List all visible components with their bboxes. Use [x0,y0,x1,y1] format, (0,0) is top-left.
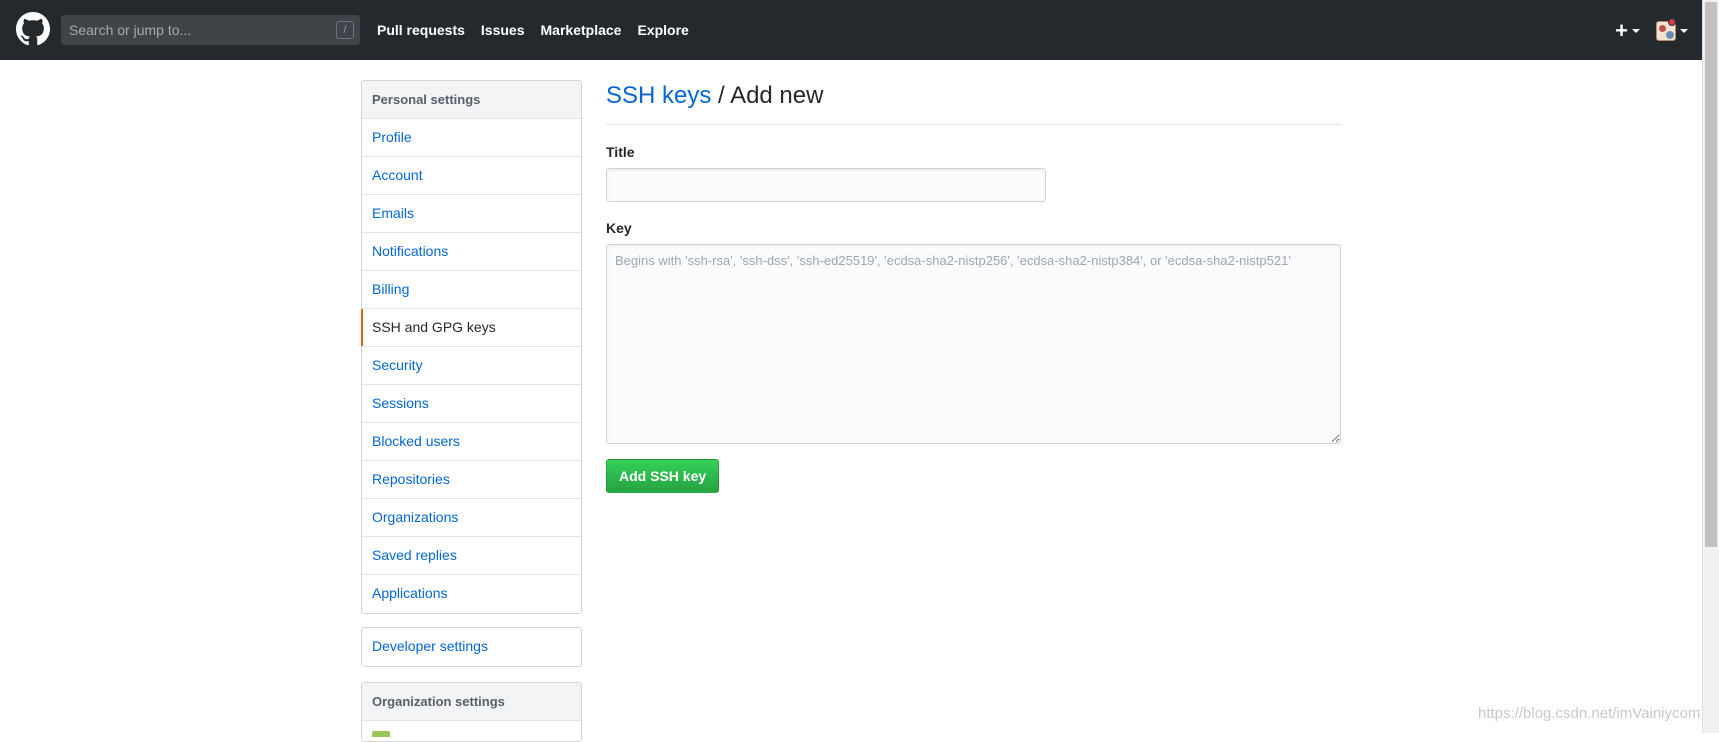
organization-settings-heading: Organization settings [362,683,581,721]
personal-settings-menu: Personal settings Profile Account Emails… [361,80,582,614]
scrollbar-thumb[interactable] [1705,2,1717,547]
main-content: SSH keys / Add new Title Key Add SSH key [606,80,1341,493]
page-title: SSH keys / Add new [606,80,1341,125]
sidebar-item-billing[interactable]: Billing [362,271,581,309]
sidebar-item-ssh-gpg-keys[interactable]: SSH and GPG keys [361,309,581,347]
header-actions: + [1615,18,1688,44]
nav-explore[interactable]: Explore [637,22,688,38]
nav-pull-requests[interactable]: Pull requests [377,22,465,38]
sidebar-item-notifications[interactable]: Notifications [362,233,581,271]
title-input[interactable] [606,168,1046,202]
sidebar-item-profile[interactable]: Profile [362,119,581,157]
search-input[interactable] [61,15,321,45]
breadcrumb-current: Add new [730,82,824,109]
sidebar-item-emails[interactable]: Emails [362,195,581,233]
github-logo-icon[interactable] [16,12,50,46]
breadcrumb-ssh-keys-link[interactable]: SSH keys [606,82,711,109]
plus-icon: + [1615,18,1628,43]
caret-down-icon [1680,29,1688,33]
sidebar-item-security[interactable]: Security [362,347,581,385]
user-menu-button[interactable] [1656,18,1688,41]
sidebar-item-saved-replies[interactable]: Saved replies [362,537,581,575]
nav-issues[interactable]: Issues [481,22,525,38]
top-header: / Pull requests Issues Marketplace Explo… [0,0,1702,60]
sidebar-item-organization[interactable] [362,721,581,741]
sidebar-item-developer-settings[interactable]: Developer settings [362,628,581,666]
sidebar-item-blocked-users[interactable]: Blocked users [362,423,581,461]
caret-down-icon [1632,29,1640,33]
search-shortcut-hint: / [336,21,354,39]
vertical-scrollbar[interactable] [1702,0,1719,733]
sidebar-item-sessions[interactable]: Sessions [362,385,581,423]
nav-marketplace[interactable]: Marketplace [541,22,622,38]
developer-settings-menu: Developer settings [361,627,582,667]
create-new-button[interactable]: + [1615,20,1640,42]
add-ssh-key-button[interactable]: Add SSH key [606,459,720,493]
breadcrumb-separator: / [711,82,731,109]
sidebar-item-account[interactable]: Account [362,157,581,195]
title-field-label: Title [606,144,635,160]
organization-avatar [372,731,390,737]
personal-settings-heading: Personal settings [362,81,581,119]
key-field-label: Key [606,220,632,236]
sidebar-item-applications[interactable]: Applications [362,575,581,613]
key-textarea[interactable] [606,244,1341,444]
search-box[interactable]: / [61,15,360,45]
organization-settings-menu: Organization settings [361,682,582,742]
watermark-text: https://blog.csdn.net/imVainiycom [1478,705,1701,722]
sidebar-item-repositories[interactable]: Repositories [362,461,581,499]
notification-dot-icon [1668,18,1676,26]
sidebar-item-organizations[interactable]: Organizations [362,499,581,537]
header-nav: Pull requests Issues Marketplace Explore [377,0,705,60]
